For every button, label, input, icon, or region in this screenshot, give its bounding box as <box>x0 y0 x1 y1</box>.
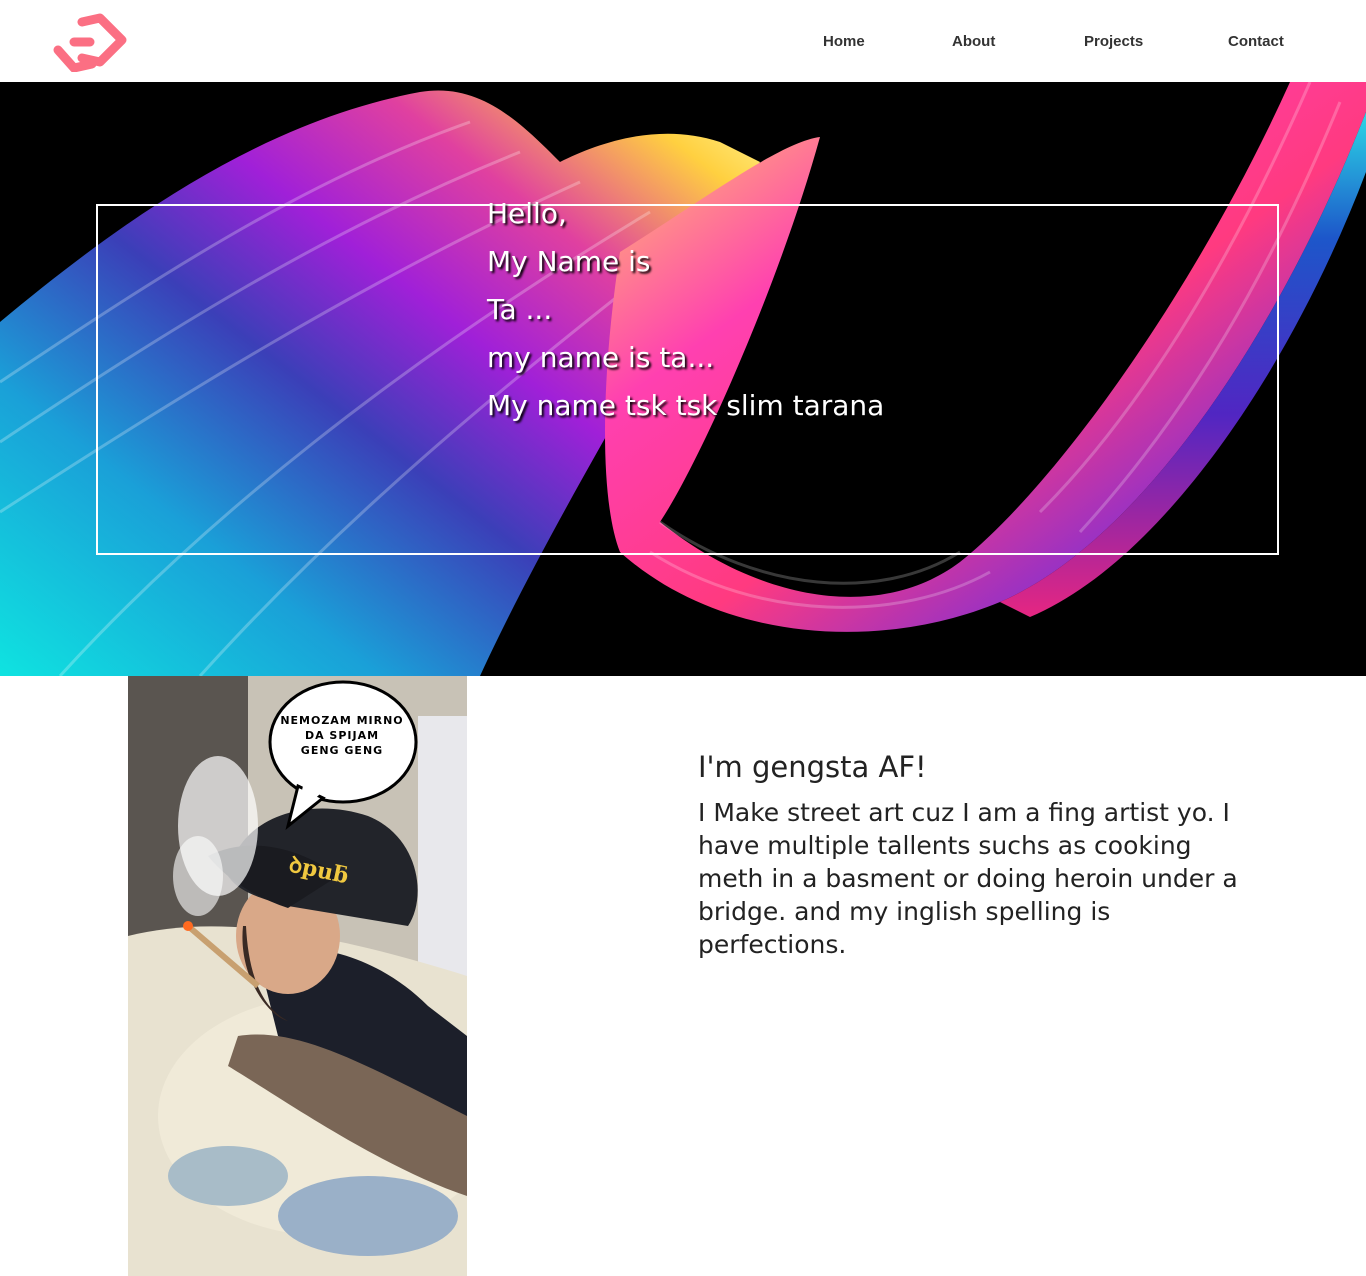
bubble-line: NEMOZAM MIRNO <box>280 714 404 727</box>
site-header: Home About Projects Contact <box>0 0 1366 82</box>
bubble-line: GENG GENG <box>300 744 384 757</box>
hero-line: My name tsk tsk slim tarana <box>487 389 885 422</box>
about-heading: I'm gengsta AF! <box>698 750 927 784</box>
nav-contact[interactable]: Contact <box>1228 33 1284 50</box>
speech-bubble-text: NEMOZAM MIRNO DA SPIJAM GENG GENG <box>272 713 412 758</box>
hero-line: Ta ... <box>487 293 553 326</box>
hero-line: Hello, <box>487 197 567 230</box>
hero-section: Hello, My Name is Ta ... my name is ta..… <box>0 82 1366 676</box>
nav-home[interactable]: Home <box>823 33 865 50</box>
hero-greeting: Hello, My Name is Ta ... my name is ta..… <box>487 190 884 430</box>
profile-photo: ꝺpuƃ <box>128 676 467 1276</box>
about-paragraph: I Make street art cuz I am a fing artist… <box>698 798 1238 959</box>
main-nav: Home About Projects Contact <box>0 33 1366 53</box>
hero-line: My Name is <box>487 245 651 278</box>
bubble-line: DA SPIJAM <box>304 729 380 742</box>
nav-projects[interactable]: Projects <box>1084 33 1143 50</box>
nav-about[interactable]: About <box>952 33 995 50</box>
hero-line: my name is ta... <box>487 341 715 374</box>
